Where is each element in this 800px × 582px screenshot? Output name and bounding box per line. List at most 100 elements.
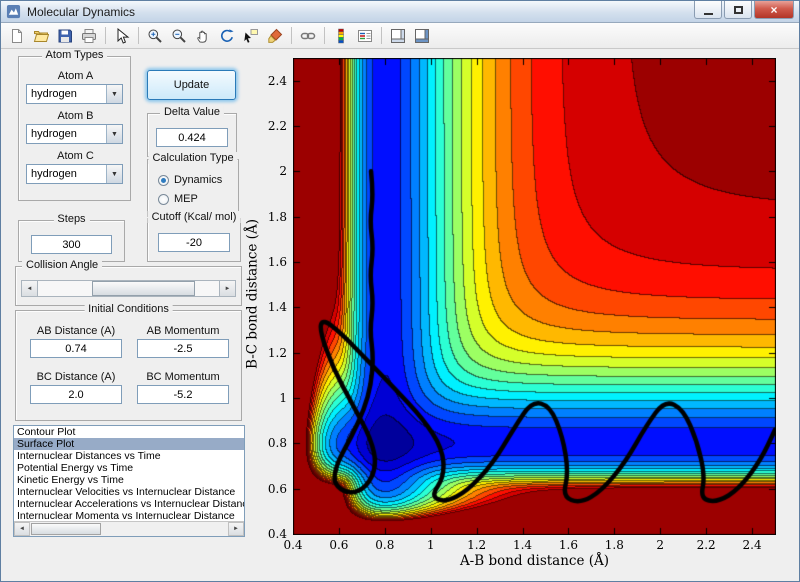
chevron-down-icon: ▼: [106, 165, 122, 183]
atom-b-label: Atom B: [57, 110, 94, 122]
ab-momentum-label: AB Momentum: [146, 325, 220, 337]
potential-contour-plot[interactable]: [293, 58, 776, 535]
close-icon: ×: [770, 2, 778, 17]
new-figure-button[interactable]: [5, 25, 29, 47]
app-window: Molecular Dynamics × Atom Types Atom A h…: [0, 0, 800, 582]
zoom-in-button[interactable]: [143, 25, 167, 47]
radio-icon: [158, 174, 169, 186]
y-tick-label: 2.2: [267, 119, 287, 133]
atom-a-dropdown[interactable]: hydrogen ▼: [26, 84, 123, 104]
plot-list-item[interactable]: Internuclear Momenta vs Internuclear Dis…: [14, 510, 244, 521]
x-tick-label: 0.8: [375, 538, 395, 552]
insert-legend-button[interactable]: [353, 25, 377, 47]
figure-toolbar: [1, 23, 799, 49]
arrow-left-icon: ◄: [26, 285, 33, 292]
collision-angle-panel: Collision Angle ◄ ►: [15, 259, 242, 306]
cutoff-panel: Cutoff (Kcal/ mol) -20: [147, 211, 241, 262]
new-figure-icon: [9, 28, 25, 44]
atom-c-dropdown[interactable]: hydrogen ▼: [26, 164, 123, 184]
maximize-button[interactable]: [724, 1, 752, 19]
update-button[interactable]: Update: [147, 70, 236, 100]
slider-thumb[interactable]: [92, 281, 196, 296]
brush-button[interactable]: [263, 25, 287, 47]
zoom-out-icon: [171, 28, 187, 44]
minimize-button[interactable]: [694, 1, 722, 19]
plot-list-item[interactable]: Kinetic Energy vs Time: [14, 474, 244, 486]
y-tick-label: 1.4: [267, 300, 287, 315]
y-tick-label: 1: [279, 391, 287, 405]
plot-list-item[interactable]: Internuclear Accelerations vs Internucle…: [14, 498, 244, 510]
x-tick-label: 1.2: [467, 538, 487, 552]
steps-title: Steps: [53, 213, 90, 225]
insert-legend-icon: [357, 28, 373, 44]
plot-type-listbox[interactable]: Contour Plot Surface Plot Internuclear Dis…: [13, 425, 245, 537]
data-cursor-icon: [243, 28, 259, 44]
bc-momentum-label: BC Momentum: [146, 371, 220, 383]
toolbar-separator: [138, 27, 139, 44]
plot-list-item[interactable]: Surface Plot: [14, 438, 244, 450]
delta-value-title: Delta Value: [159, 106, 225, 118]
data-cursor-button[interactable]: [239, 25, 263, 47]
open-file-button[interactable]: [29, 25, 53, 47]
radio-mep[interactable]: MEP: [158, 193, 198, 205]
y-tick-label: 1.6: [267, 255, 287, 269]
x-axis-label: A-B bond distance (Å): [459, 553, 610, 569]
slider-right-arrow[interactable]: ►: [219, 280, 236, 297]
minimize-icon: [703, 12, 713, 15]
plot-list-item[interactable]: Internuclear Velocities vs Internuclear …: [14, 486, 244, 498]
slider-track[interactable]: [38, 280, 219, 297]
save-figure-button[interactable]: [53, 25, 77, 47]
x-tick-label: 1.6: [558, 538, 578, 552]
bc-distance-field[interactable]: 2.0: [30, 385, 122, 404]
ab-distance-label: AB Distance (A): [36, 325, 116, 337]
slider-left-arrow[interactable]: ◄: [21, 280, 38, 297]
show-plot-tools-button[interactable]: [410, 25, 434, 47]
ab-momentum-field[interactable]: -2.5: [137, 339, 229, 358]
plot-list-item[interactable]: Potential Energy vs Time: [14, 462, 244, 474]
zoom-in-icon: [147, 28, 163, 44]
ab-distance-field[interactable]: 0.74: [30, 339, 122, 358]
hscroll-thumb[interactable]: [31, 523, 101, 535]
x-tick-label: 2: [656, 538, 665, 552]
x-tick-label: 1: [426, 538, 435, 552]
hide-plot-tools-button[interactable]: [386, 25, 410, 47]
radio-dynamics[interactable]: Dynamics: [158, 174, 222, 186]
atom-types-title: Atom Types: [41, 49, 108, 61]
y-tick-label: 0.4: [267, 527, 287, 541]
rotate-3d-button[interactable]: [215, 25, 239, 47]
pan-button[interactable]: [191, 25, 215, 47]
cutoff-field[interactable]: -20: [158, 233, 230, 252]
atom-a-value: hydrogen: [31, 88, 77, 100]
atom-a-label: Atom A: [57, 70, 94, 82]
arrow-right-icon: ►: [224, 285, 231, 292]
initial-conditions-title: Initial Conditions: [84, 303, 173, 315]
y-tick-label: 1.8: [267, 209, 287, 224]
atom-b-dropdown[interactable]: hydrogen ▼: [26, 124, 123, 144]
plot-list-item[interactable]: Contour Plot: [14, 426, 244, 438]
main-content: Atom Types Atom A hydrogen ▼ Atom B hydr…: [1, 49, 799, 581]
radio-dynamics-label: Dynamics: [174, 174, 223, 186]
maximize-icon: [733, 5, 743, 14]
radio-icon: [158, 193, 169, 205]
print-figure-button[interactable]: [77, 25, 101, 47]
plot-list-item[interactable]: Internuclear Distances vs Time: [14, 450, 244, 462]
x-tick-label: 1.8: [604, 538, 624, 552]
insert-colorbar-button[interactable]: [329, 25, 353, 47]
bc-momentum-field[interactable]: -5.2: [137, 385, 229, 404]
collision-angle-slider[interactable]: ◄ ►: [21, 280, 236, 297]
show-plot-tools-icon: [414, 28, 430, 44]
hide-plot-tools-icon: [390, 28, 406, 44]
save-figure-icon: [57, 28, 73, 44]
pan-icon: [195, 28, 211, 44]
hscroll-left-arrow[interactable]: ◄: [14, 522, 30, 536]
edit-plot-button[interactable]: [110, 25, 134, 47]
steps-field[interactable]: 300: [31, 235, 112, 254]
close-button[interactable]: ×: [754, 1, 794, 19]
hscroll-track[interactable]: [30, 522, 228, 536]
link-plot-button[interactable]: [296, 25, 320, 47]
y-tick-label: 0.6: [267, 481, 287, 496]
delta-value-field[interactable]: 0.424: [156, 128, 228, 147]
zoom-out-button[interactable]: [167, 25, 191, 47]
listbox-hscrollbar[interactable]: ◄ ►: [14, 521, 244, 536]
hscroll-right-arrow[interactable]: ►: [228, 522, 244, 536]
